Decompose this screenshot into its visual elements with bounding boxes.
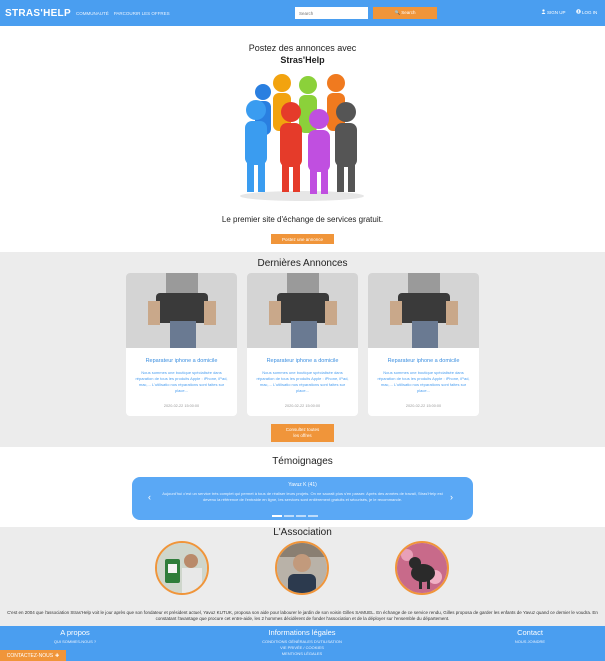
chevron-left-icon[interactable]: ‹ [148, 492, 151, 502]
annonce-card-title: Reparateur iphone a domicile [266, 358, 339, 364]
footer: A propos QUI SOMMES-NOUS ? Informations … [0, 626, 605, 661]
search-input[interactable] [295, 7, 368, 19]
post-annonce-button[interactable]: Postez une annonce [271, 234, 334, 244]
hero-title-brand: Stras'Help [280, 55, 325, 65]
footer-contact-title: Contact [517, 628, 543, 637]
carousel-dot[interactable] [308, 515, 318, 517]
contact-us-button[interactable]: CONTACTEZ-NOUS ✚ [0, 650, 66, 661]
annonce-card[interactable]: Reparateur iphone a domicile Nous sommes… [126, 273, 237, 416]
nav-link-communaute[interactable]: COMMUNAUTÉ [76, 11, 109, 16]
user-icon [541, 9, 546, 15]
login-icon [576, 9, 581, 15]
footer-apropos: A propos QUI SOMMES-NOUS ? [45, 628, 105, 645]
annonce-card-date: 2020-02-22 15:00:00 [163, 404, 200, 408]
annonce-card-title: Reparateur iphone a domicile [145, 358, 218, 364]
footer-apropos-title: A propos [60, 628, 90, 637]
annonce-card-image [368, 273, 479, 348]
footer-contact: Contact NOUS JOINDRE [505, 628, 555, 645]
search-button-label: 🔍 Search [394, 10, 416, 15]
login-label: LOG IN [582, 9, 598, 15]
community-people-illustration [240, 74, 364, 201]
search-button[interactable]: 🔍 Search [373, 7, 437, 19]
annonce-card-desc: Nous sommes une boutique spécialisée dan… [256, 370, 349, 393]
footer-link-mentions[interactable]: MENTIONS LÉGALES [252, 651, 352, 657]
annonces-title: Dernières Annonces [257, 258, 348, 269]
carousel-dot[interactable] [284, 515, 294, 517]
plus-icon: ✚ [55, 652, 60, 659]
hero-title: Postez des annonces avec Stras'Help [0, 42, 605, 66]
association-description: C'est en 2004 que l'association Stras'He… [7, 610, 598, 621]
member-avatar [395, 541, 449, 595]
annonce-card[interactable]: Reparateur iphone a domicile Nous sommes… [368, 273, 479, 416]
testimonial-author: Yavuz K (41) [288, 482, 317, 488]
annonce-card-date: 2020-02-22 15:00:00 [405, 404, 442, 408]
testimonial-carousel: Yavuz K (41) Aujourd'hui c'est un servic… [132, 477, 473, 520]
brand-logo[interactable]: STRAS'HELP [5, 8, 71, 19]
member-avatar [155, 541, 209, 595]
annonce-card-desc: Nous sommes une boutique spécialisée dan… [135, 370, 228, 393]
footer-link-qui-sommes-nous[interactable]: QUI SOMMES-NOUS ? [45, 639, 105, 645]
association-title: L'Association [273, 527, 332, 538]
chevron-right-icon[interactable]: › [450, 492, 453, 502]
signup-link[interactable]: SIGN UP [541, 9, 566, 15]
login-link[interactable]: LOG IN [576, 9, 597, 15]
footer-info-title: Informations légales [268, 628, 336, 637]
annonce-card-image [247, 273, 358, 348]
annonce-card-title: Reparateur iphone a domicile [387, 358, 460, 364]
signup-label: SIGN UP [547, 9, 566, 15]
all-offers-button[interactable]: Consultez toutes les offres [271, 424, 334, 442]
member-avatar [275, 541, 329, 595]
contact-us-label: CONTACTEZ-NOUS [6, 652, 54, 659]
hero-tagline: Le premier site d'échange de services gr… [221, 215, 384, 224]
nav-link-parcourir[interactable]: PARCOURIR LES OFFRES [114, 11, 170, 16]
annonce-card-image [126, 273, 237, 348]
hero-title-line1: Postez des annonces avec [248, 43, 357, 53]
footer-infos-legales: Informations légales CONDITIONS GÉNÉRALE… [252, 628, 352, 657]
all-offers-label-2: les offres [293, 433, 312, 438]
footer-link-nous-joindre[interactable]: NOUS JOINDRE [505, 639, 555, 645]
annonce-card[interactable]: Reparateur iphone a domicile Nous sommes… [247, 273, 358, 416]
carousel-dot[interactable] [296, 515, 306, 517]
carousel-dot[interactable] [272, 515, 282, 517]
temoignages-title: Témoignages [272, 456, 333, 467]
carousel-indicators [272, 515, 318, 517]
testimonial-text: Aujourd'hui c'est un service très comple… [162, 491, 443, 502]
annonce-card-date: 2020-02-22 15:00:00 [284, 404, 321, 408]
annonce-card-desc: Nous sommes une boutique spécialisée dan… [377, 370, 470, 393]
